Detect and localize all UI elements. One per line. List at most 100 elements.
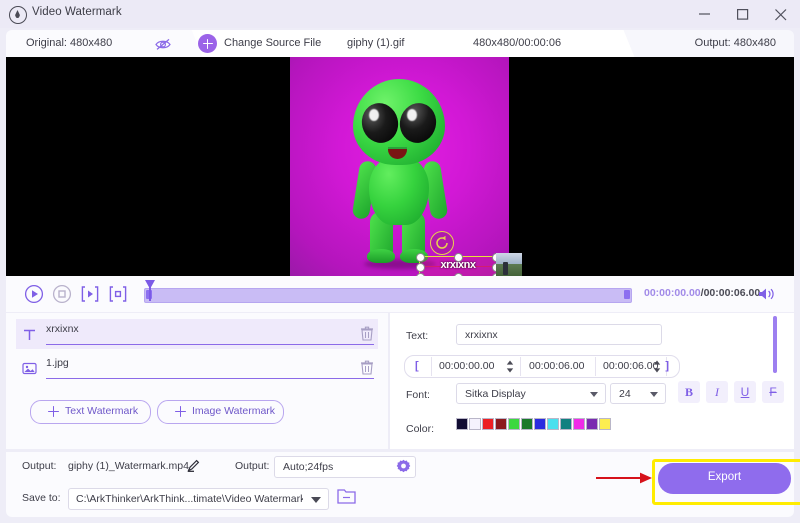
- image-watermark-overlay[interactable]: [496, 253, 522, 276]
- close-icon: [775, 9, 787, 21]
- video-frame: xrxixnx: [290, 57, 522, 276]
- save-path-input[interactable]: C:\ArkThinker\ArkThink...timate\Video Wa…: [68, 488, 305, 510]
- color-swatch[interactable]: [495, 418, 507, 430]
- color-swatch[interactable]: [469, 418, 481, 430]
- source-bar: Output: 480x480 Original: 480x480 Change…: [6, 30, 794, 57]
- end-time-input[interactable]: 00:00:06.00: [529, 360, 584, 372]
- volume-icon[interactable]: [758, 286, 776, 302]
- current-time: 00:00:00.00: [644, 287, 701, 299]
- close-button[interactable]: [762, 0, 800, 28]
- color-swatch[interactable]: [534, 418, 546, 430]
- mark-in-icon[interactable]: [80, 284, 100, 304]
- maximize-button[interactable]: [724, 0, 762, 28]
- window-title: Video Watermark: [32, 6, 122, 18]
- underline-button[interactable]: U: [734, 381, 756, 403]
- font-family-value: Sitka Display: [465, 388, 526, 400]
- chevron-down-icon: [311, 497, 321, 503]
- rotate-icon[interactable]: [430, 231, 454, 255]
- plus-icon: [48, 406, 59, 417]
- change-source-file-button[interactable]: Change Source File: [224, 37, 321, 49]
- annotation-arrow: [596, 471, 654, 485]
- save-path-dropdown[interactable]: [303, 488, 329, 510]
- font-label: Font:: [406, 389, 430, 401]
- font-size-select[interactable]: 24: [610, 383, 666, 404]
- color-swatch[interactable]: [586, 418, 598, 430]
- list-item-label: 1.jpg: [46, 357, 69, 369]
- plus-icon: [175, 406, 186, 417]
- play-icon[interactable]: [24, 284, 44, 304]
- bracket-out-icon[interactable]: ]: [665, 360, 669, 372]
- stop-icon[interactable]: [52, 284, 72, 304]
- color-swatch[interactable]: [456, 418, 468, 430]
- output-resolution-label: Output: 480x480: [694, 37, 776, 49]
- color-swatch[interactable]: [599, 418, 611, 430]
- video-preview[interactable]: xrxixnx: [6, 57, 794, 276]
- add-image-watermark-button[interactable]: Image Watermark: [157, 400, 284, 424]
- output-format-label: Output:: [235, 460, 270, 472]
- list-item-label: xrxixnx: [46, 323, 79, 335]
- add-source-icon[interactable]: [198, 34, 217, 53]
- output-format-value: Auto;24fps: [283, 461, 334, 473]
- properties-scrollbar[interactable]: [773, 316, 777, 373]
- bracket-in-icon[interactable]: [: [415, 360, 419, 372]
- watermark-text-input[interactable]: xrxixnx: [456, 324, 662, 345]
- minimize-button[interactable]: [686, 0, 724, 28]
- duration-time-stepper[interactable]: [653, 360, 661, 373]
- duration-time-input[interactable]: 00:00:06.00: [603, 360, 658, 372]
- output-file-label: Output:: [22, 460, 57, 472]
- trash-icon[interactable]: [360, 326, 374, 341]
- color-swatch[interactable]: [508, 418, 520, 430]
- text-field-label: Text:: [406, 330, 429, 342]
- color-swatch[interactable]: [573, 418, 585, 430]
- add-text-watermark-button[interactable]: Text Watermark: [30, 400, 151, 424]
- chevron-down-icon: [650, 392, 658, 397]
- timeline-scrubber[interactable]: [144, 288, 632, 303]
- add-image-watermark-label: Image Watermark: [192, 405, 276, 417]
- playhead-stem: [149, 287, 151, 301]
- chevron-down-icon: [590, 392, 598, 397]
- mark-out-icon[interactable]: [108, 284, 128, 304]
- add-text-watermark-label: Text Watermark: [65, 405, 139, 417]
- font-family-select[interactable]: Sitka Display: [456, 383, 606, 404]
- save-to-label: Save to:: [22, 492, 61, 504]
- export-button[interactable]: Export: [658, 463, 791, 494]
- italic-button[interactable]: I: [706, 381, 728, 403]
- minimize-icon: [699, 13, 710, 15]
- color-label: Color:: [406, 423, 435, 435]
- list-item-underline: [46, 343, 374, 345]
- color-swatch[interactable]: [482, 418, 494, 430]
- trim-end-handle[interactable]: [624, 290, 630, 299]
- maximize-icon: [737, 9, 749, 20]
- text-icon: [22, 327, 37, 342]
- eye-slash-icon[interactable]: [154, 36, 172, 52]
- start-time-input[interactable]: 00:00:00.00: [439, 360, 494, 372]
- source-file-name: giphy (1).gif: [347, 37, 405, 49]
- font-size-value: 24: [619, 388, 631, 400]
- pencil-icon[interactable]: [187, 459, 200, 472]
- folder-icon[interactable]: [337, 488, 356, 505]
- alien-character-image: [290, 57, 509, 276]
- color-swatch[interactable]: [521, 418, 533, 430]
- start-time-stepper[interactable]: [506, 360, 514, 373]
- time-range-row: [ 00:00:00.00 00:00:06.00 00:00:06.00 ]: [404, 355, 680, 378]
- trash-icon[interactable]: [360, 360, 374, 375]
- gear-icon[interactable]: [396, 459, 411, 474]
- title-bar: Video Watermark: [0, 0, 800, 28]
- watermark-list-panel: xrxixnx 1.jpg Text Watermark Image Water…: [6, 313, 388, 449]
- list-item[interactable]: 1.jpg: [16, 353, 378, 383]
- total-time: 00:00:06.00: [703, 287, 761, 299]
- watermark-properties-panel: Text: xrxixnx [ 00:00:00.00 00:00:06.00 …: [390, 313, 794, 449]
- color-swatch[interactable]: [560, 418, 572, 430]
- time-display: 00:00:00.00/00:00:06.00: [644, 287, 760, 299]
- color-swatch[interactable]: [547, 418, 559, 430]
- original-resolution-label: Original: 480x480: [26, 37, 113, 49]
- playhead-handle[interactable]: [145, 280, 155, 289]
- text-watermark-overlay[interactable]: xrxixnx: [416, 253, 501, 276]
- list-item[interactable]: xrxixnx: [16, 319, 378, 349]
- output-tab: Output: 480x480: [642, 30, 794, 57]
- video-watermark-window: Video Watermark Output: 480x480 Original…: [0, 0, 800, 523]
- strikethrough-button[interactable]: F: [762, 381, 784, 403]
- output-format-field[interactable]: Auto;24fps: [274, 456, 416, 478]
- bold-button[interactable]: B: [678, 381, 700, 403]
- player-bar: 00:00:00.00/00:00:06.00: [6, 276, 794, 312]
